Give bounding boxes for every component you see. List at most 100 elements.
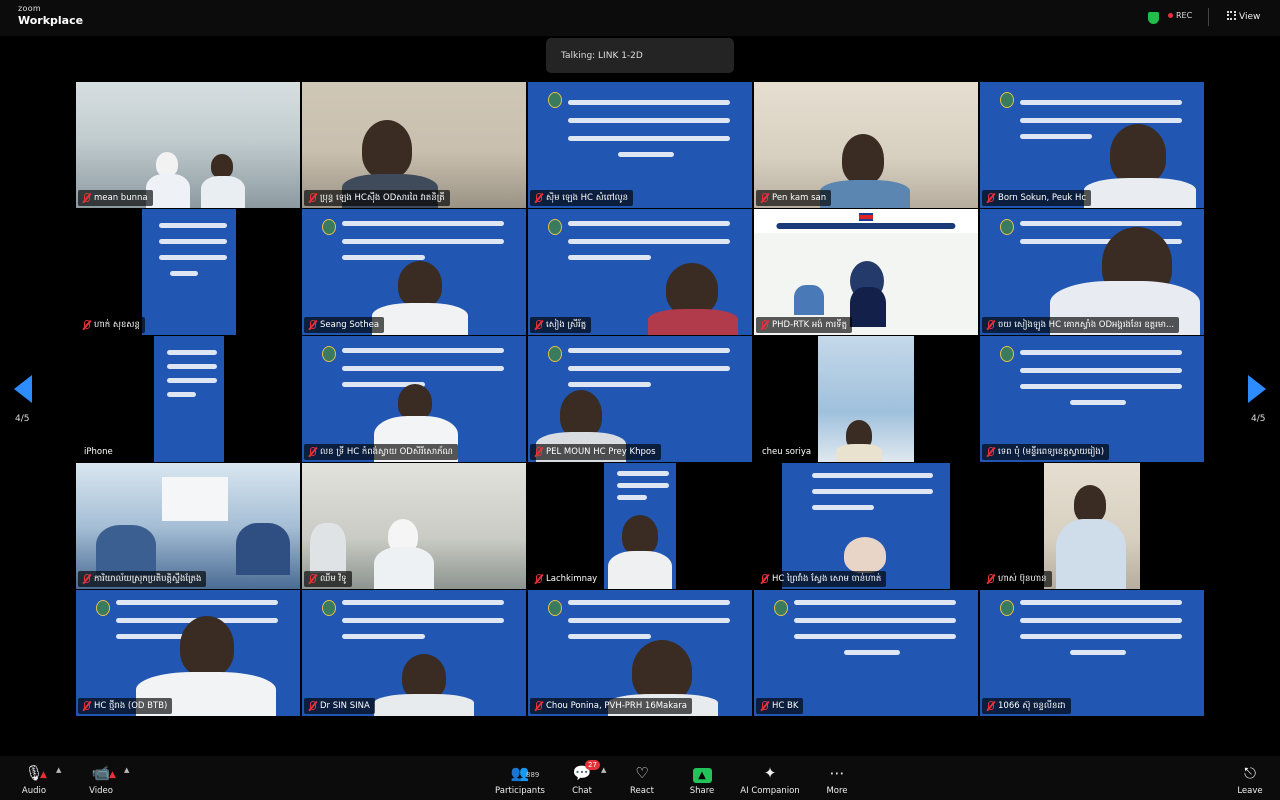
react-label: React	[630, 786, 654, 796]
participant-name: ទេព បុំ (មន្ទីរពេទ្យខេត្តស្វាយរៀង)	[982, 444, 1110, 460]
video-tile[interactable]: iPhone	[76, 336, 300, 462]
leave-button[interactable]: ⎋ Leave	[1220, 764, 1280, 796]
participant-name: ស៊ិម ឡេង HC សំពៅលូន	[530, 190, 634, 206]
muted-mic-icon	[308, 320, 317, 330]
video-options-chevron-icon[interactable]: ▲	[124, 766, 129, 774]
sparkle-icon: ✦	[763, 764, 777, 782]
participant-name: Chou Ponina, PVH-PRH 16Makara	[530, 698, 692, 714]
meeting-toolbar: 🎙 ▲ Audio ▲ 📹 ▲ Video ▲ 👥 889 Participants …	[0, 756, 1280, 800]
video-tile[interactable]: Dr SIN SINA	[302, 590, 526, 716]
muted-mic-icon	[308, 193, 317, 203]
participant-name: Pen kam san	[756, 190, 832, 206]
video-gallery: mean bunna ប្រុន្ធ ឡេង HCស៊ីង ODសារពៃ វា…	[76, 82, 1204, 716]
video-tile[interactable]: HC ព្រៃវាំង ស្វែង សោម ចាន់ហាត់	[754, 463, 978, 589]
video-label: Video	[89, 786, 113, 796]
brand-bottom: Workplace	[18, 14, 84, 27]
view-button[interactable]: View	[1227, 11, 1260, 22]
encryption-shield-icon[interactable]	[1148, 12, 1159, 24]
video-tile[interactable]: Pen kam san	[754, 82, 978, 208]
muted-mic-icon	[82, 574, 91, 584]
video-tile[interactable]: ឈីម វិទូ	[302, 463, 526, 589]
muted-mic-icon	[308, 447, 317, 457]
video-tile[interactable]: mean bunna	[76, 82, 300, 208]
share-label: Share	[689, 786, 715, 796]
muted-mic-icon	[760, 320, 769, 330]
video-button[interactable]: 📹 ▲ Video	[71, 764, 131, 796]
participant-name: iPhone	[78, 444, 118, 460]
video-tile[interactable]: សៀង ស្រីរ័ត្ន	[528, 209, 752, 335]
video-tile[interactable]: Chou Ponina, PVH-PRH 16Makara	[528, 590, 752, 716]
muted-mic-icon	[986, 193, 995, 203]
video-tile[interactable]: ហាក់ សុខសន្ត	[76, 209, 300, 335]
participant-name: ហាក់ សុខសន្ត	[78, 317, 145, 333]
participant-name: ការិយាល័យស្រុកប្រតិបត្តិស្ទឹងត្រែង	[78, 571, 207, 587]
participant-name: PEL MOUN HC Prey Khpos	[530, 444, 661, 460]
participant-name: Dr SIN SINA	[304, 698, 375, 714]
ai-companion-label: AI Companion	[740, 786, 800, 796]
chat-options-chevron-icon[interactable]: ▲	[601, 766, 606, 774]
record-dot-icon	[1168, 13, 1173, 18]
participants-count: 889	[526, 771, 540, 779]
video-tile[interactable]: cheu soriya	[754, 336, 978, 462]
video-tile[interactable]: PHD-RTK អង់ ការទីត្ន	[754, 209, 978, 335]
participant-name: ប្រុន្ធ ឡេង HCស៊ីង ODសារពៃ វាតនិត្រី	[304, 190, 450, 206]
audio-button[interactable]: 🎙 ▲ Audio	[4, 764, 64, 796]
participant-name: mean bunna	[78, 190, 153, 206]
muted-mic-icon	[308, 701, 317, 711]
video-camera-off-icon: 📹 ▲	[91, 764, 116, 782]
more-button[interactable]: ⋯ More	[807, 764, 867, 796]
participant-name: HC ព្រៃវាំង ស្វែង សោម ចាន់ហាត់	[756, 571, 887, 587]
participant-name: ចយ សៀងឡូង HC គោកស្វាំង ODអង្គរងនែរ ឧត្តរ…	[982, 317, 1180, 333]
muted-mic-icon	[534, 320, 543, 330]
chat-label: Chat	[572, 786, 592, 796]
heart-icon: ♡	[635, 764, 649, 782]
zoom-logo: zoom Workplace	[18, 5, 84, 27]
video-tile[interactable]: ការិយាល័យស្រុកប្រតិបត្តិស្ទឹងត្រែង	[76, 463, 300, 589]
participant-name: សៀង ស្រីរ័ត្ន	[530, 317, 592, 333]
participant-name: Seang Sothea	[304, 317, 385, 333]
leave-label: Leave	[1237, 786, 1263, 796]
participant-name: ឈីម វិទូ	[304, 571, 352, 587]
video-tile[interactable]: 1066 ស៊ុ ចន្ទលីនដា	[980, 590, 1204, 716]
participant-name: Born Sokun, Peuk Hc	[982, 190, 1092, 206]
top-bar: zoom Workplace REC View	[0, 0, 1280, 36]
muted-mic-icon	[308, 574, 317, 584]
participants-icon: 👥 889	[510, 764, 540, 782]
video-tile[interactable]: PEL MOUN HC Prey Khpos	[528, 336, 752, 462]
muted-mic-icon	[986, 320, 995, 330]
video-tile[interactable]: ប្រុន្ធ ឡេង HCស៊ីង ODសារពៃ វាតនិត្រី	[302, 82, 526, 208]
microphone-muted-icon: 🎙 ▲	[24, 764, 47, 782]
muted-mic-icon	[534, 574, 543, 584]
muted-mic-icon	[82, 193, 91, 203]
video-tile[interactable]: ស៊ិម ឡេង HC សំពៅលូន	[528, 82, 752, 208]
participant-name: PHD-RTK អង់ ការទីត្ន	[756, 317, 852, 333]
participant-name: Lachkimnay	[530, 571, 603, 587]
ai-companion-button[interactable]: ✦ AI Companion	[734, 764, 806, 796]
muted-mic-icon	[760, 574, 769, 584]
video-tile[interactable]: ហាស់ ប៊ុនហាន	[980, 463, 1204, 589]
next-page-arrow-icon[interactable]	[1248, 375, 1266, 403]
video-tile[interactable]: HC ថ្មីរាង (OD BTB)	[76, 590, 300, 716]
participant-name: cheu soriya	[756, 444, 817, 460]
video-tile[interactable]: HC BK	[754, 590, 978, 716]
video-tile[interactable]: ទេព បុំ (មន្ទីរពេទ្យខេត្តស្វាយរៀង)	[980, 336, 1204, 462]
video-tile[interactable]: Seang Sothea	[302, 209, 526, 335]
view-label: View	[1239, 12, 1261, 22]
participant-name: លខ ទ្រី HC កំពង់ស្វាយ ODសិរីសោភ័ណ	[304, 444, 458, 460]
video-tile[interactable]: ចយ សៀងឡូង HC គោកស្វាំង ODអង្គរងនែរ ឧត្តរ…	[980, 209, 1204, 335]
divider	[1208, 8, 1209, 26]
audio-options-chevron-icon[interactable]: ▲	[56, 766, 61, 774]
video-tile[interactable]: Born Sokun, Peuk Hc	[980, 82, 1204, 208]
muted-mic-icon	[986, 574, 995, 584]
react-button[interactable]: ♡ React	[612, 764, 672, 796]
recording-indicator[interactable]: REC	[1168, 11, 1192, 20]
share-button[interactable]: ▲ Share	[672, 764, 732, 796]
participants-label: Participants	[495, 786, 545, 796]
audio-label: Audio	[21, 786, 47, 796]
muted-mic-icon	[534, 193, 543, 203]
more-dots-icon: ⋯	[829, 764, 845, 782]
participants-button[interactable]: 👥 889 Participants	[490, 764, 550, 796]
video-tile[interactable]: លខ ទ្រី HC កំពង់ស្វាយ ODសិរីសោភ័ណ	[302, 336, 526, 462]
video-tile[interactable]: Lachkimnay	[528, 463, 752, 589]
prev-page-arrow-icon[interactable]	[14, 375, 32, 403]
